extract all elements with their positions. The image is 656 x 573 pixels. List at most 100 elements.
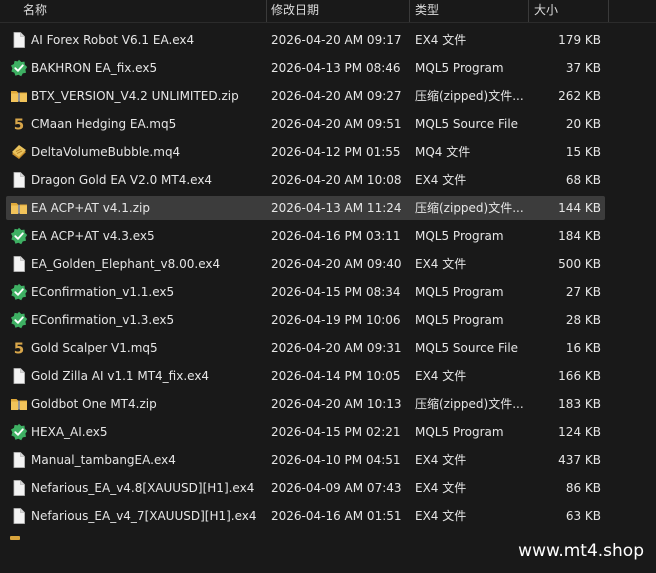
partially-visible-row-icon [10,536,20,540]
file-row[interactable]: EConfirmation_v1.1.ex5 2026-04-15 PM 08:3… [0,280,656,308]
file-icon [10,255,28,273]
file-row[interactable]: DeltaVolumeBubble.mq4 2026-04-12 PM 01:55… [0,140,656,168]
file-list: AI Forex Robot V6.1 EA.ex4 2026-04-20 AM … [0,28,656,532]
file-row[interactable]: AI Forex Robot V6.1 EA.ex4 2026-04-20 AM … [0,28,656,56]
column-header-name[interactable]: 名称 [18,0,266,22]
file-modified-date: 2026-04-15 PM 08:34 [271,285,401,299]
mql5-program-icon [10,227,28,245]
file-size: 184 KB [558,229,601,243]
file-type: MQL5 Source File [415,341,519,355]
file-size: 15 KB [565,145,601,159]
file-row[interactable]: Goldbot One MT4.zip 2026-04-20 AM 10:13 压缩… [0,392,656,420]
file-type: 压缩(zipped)文件... [415,201,524,215]
file-size: 500 KB [558,257,601,271]
file-row[interactable]: Dragon Gold EA V2.0 MT4.ex4 2026-04-20 AM… [0,168,656,196]
file-name: Dragon Gold EA V2.0 MT4.ex4 [31,173,213,187]
file-size: 68 KB [565,173,601,187]
column-header-size[interactable]: 大小 [529,0,608,22]
file-row[interactable]: EA_Golden_Elephant_v8.00.ex4 2026-04-20 A… [0,252,656,280]
file-name: EConfirmation_v1.1.ex5 [31,285,175,299]
file-name: EConfirmation_v1.3.ex5 [31,313,175,327]
file-row[interactable]: Gold Zilla AI v1.1 MT4_fix.ex4 2026-04-14… [0,364,656,392]
file-row[interactable]: Nefarious_EA_v4_7[XAUUSD][H1].ex4 2026-04… [0,504,656,532]
file-size: 27 KB [565,285,601,299]
file-type: 压缩(zipped)文件... [415,89,524,103]
file-name: EA ACP+AT v4.1.zip [31,201,150,215]
file-name: Manual_tambangEA.ex4 [31,453,176,467]
file-size: 86 KB [565,481,601,495]
file-modified-date: 2026-04-13 PM 08:46 [271,61,401,75]
file-icon [10,171,28,189]
file-type: MQL5 Program [415,313,504,327]
file-size: 144 KB [558,201,601,215]
file-row[interactable]: BTX_VERSION_V4.2 UNLIMITED.zip 2026-04-20… [0,84,656,112]
file-row[interactable]: EConfirmation_v1.3.ex5 2026-04-19 PM 10:0… [0,308,656,336]
file-row[interactable]: Manual_tambangEA.ex4 2026-04-10 PM 04:51 E… [0,448,656,476]
file-type: EX4 文件 [415,369,467,383]
file-size: 28 KB [565,313,601,327]
file-type: MQL5 Program [415,61,504,75]
file-modified-date: 2026-04-14 PM 10:05 [271,369,401,383]
file-row[interactable]: EA ACP+AT v4.1.zip 2026-04-13 AM 11:24 压缩(… [0,196,656,224]
file-row[interactable]: HEXA_AI.ex5 2026-04-15 PM 02:21 MQL5 Progr… [0,420,656,448]
mq4-source-icon [10,143,28,161]
file-row[interactable]: Nefarious_EA_v4.8[XAUUSD][H1].ex4 2026-04… [0,476,656,504]
file-row[interactable]: BAKHRON EA_fix.ex5 2026-04-13 PM 08:46 MQL… [0,56,656,84]
file-name: EA_Golden_Elephant_v8.00.ex4 [31,257,221,271]
file-name: Goldbot One MT4.zip [31,397,157,411]
file-modified-date: 2026-04-20 AM 10:13 [271,397,402,411]
file-row[interactable]: 5 CMaan Hedging EA.mq5 2026-04-20 AM 09:51… [0,112,656,140]
file-name: HEXA_AI.ex5 [31,425,108,439]
mq5-source-icon: 5 [10,339,28,358]
file-type: MQ4 文件 [415,145,471,159]
file-type: MQL5 Program [415,425,504,439]
file-size: 124 KB [558,425,601,439]
file-size: 262 KB [558,89,601,103]
file-size: 63 KB [565,509,601,523]
file-icon [10,367,28,385]
column-header-type[interactable]: 类型 [410,0,528,22]
zip-folder-icon [10,87,28,105]
file-modified-date: 2026-04-20 AM 09:31 [271,341,402,355]
file-row[interactable]: 5 Gold Scalper V1.mq5 2026-04-20 AM 09:31 M… [0,336,656,364]
file-name: Gold Zilla AI v1.1 MT4_fix.ex4 [31,369,210,383]
file-modified-date: 2026-04-13 AM 11:24 [271,201,402,215]
column-divider[interactable] [608,0,609,22]
file-type: MQL5 Program [415,229,504,243]
file-name: BTX_VERSION_V4.2 UNLIMITED.zip [31,89,239,103]
file-modified-date: 2026-04-20 AM 09:40 [271,257,402,271]
file-size: 179 KB [558,33,601,47]
file-name: EA ACP+AT v4.3.ex5 [31,229,155,243]
file-modified-date: 2026-04-20 AM 10:08 [271,173,402,187]
mql5-program-icon [10,283,28,301]
file-type: EX4 文件 [415,33,467,47]
file-type: EX4 文件 [415,257,467,271]
file-size: 20 KB [565,117,601,131]
file-modified-date: 2026-04-19 PM 10:06 [271,313,401,327]
file-row[interactable]: EA ACP+AT v4.3.ex5 2026-04-16 PM 03:11 MQL… [0,224,656,252]
svg-text:5: 5 [14,116,24,134]
mql5-program-icon [10,311,28,329]
file-type: EX4 文件 [415,453,467,467]
file-name: Nefarious_EA_v4.8[XAUUSD][H1].ex4 [31,481,255,495]
file-name: CMaan Hedging EA.mq5 [31,117,177,131]
file-icon [10,507,28,525]
file-icon [10,31,28,49]
file-icon [10,451,28,469]
zip-folder-icon [10,199,28,217]
file-modified-date: 2026-04-20 AM 09:17 [271,33,402,47]
column-header-bar: 名称 修改日期 类型 大小 [0,0,656,23]
file-modified-date: 2026-04-12 PM 01:55 [271,145,401,159]
file-name: Nefarious_EA_v4_7[XAUUSD][H1].ex4 [31,509,257,523]
file-modified-date: 2026-04-15 PM 02:21 [271,425,401,439]
file-explorer-window: 名称 修改日期 类型 大小 AI Forex Robot V6.1 EA.ex4… [0,0,656,573]
file-icon [10,479,28,497]
file-modified-date: 2026-04-10 PM 04:51 [271,453,401,467]
file-modified-date: 2026-04-16 PM 03:11 [271,229,401,243]
file-size: 437 KB [558,453,601,467]
file-type: EX4 文件 [415,173,467,187]
watermark-text: www.mt4.shop [518,541,644,561]
file-type: EX4 文件 [415,509,467,523]
file-modified-date: 2026-04-20 AM 09:51 [271,117,402,131]
column-header-date[interactable]: 修改日期 [266,0,409,22]
